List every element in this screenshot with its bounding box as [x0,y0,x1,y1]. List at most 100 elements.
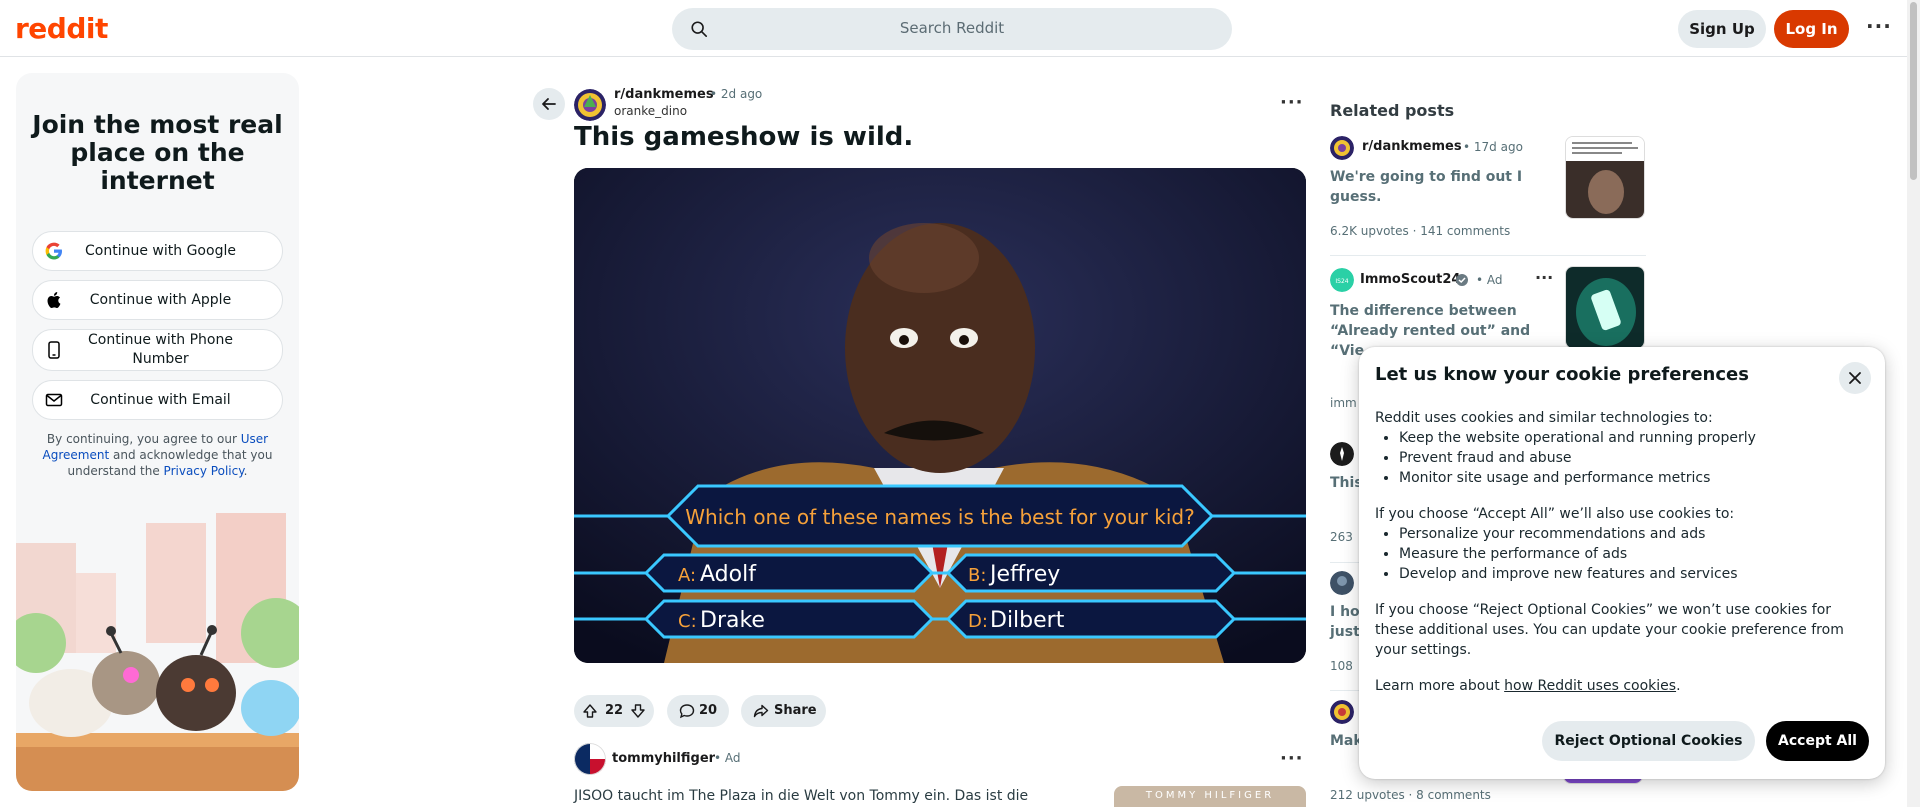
related-post-stats-5: 212 upvotes · 8 comments [1330,788,1491,802]
related-post-stats: 6.2K upvotes · 141 comments [1330,224,1511,238]
verified-icon [1456,274,1468,286]
vote-count: 22 [605,703,624,718]
related-posts-heading: Related posts [1330,101,1455,120]
continue-with-phone-button[interactable]: Continue with Phone Number [32,329,283,371]
answer-c-text: Drake [700,608,765,633]
answer-b-text: Jeffrey [988,562,1060,587]
close-dialog-button[interactable] [1839,362,1871,394]
cookie-dialog-title: Let us know your cookie preferences [1375,364,1749,385]
post-more-icon[interactable]: ··· [1280,92,1304,113]
post-subreddit-link[interactable]: r/dankmemes [614,87,714,102]
answer-b-letter: B: [968,565,986,586]
share-icon [753,704,769,718]
downvote-icon[interactable] [630,703,646,719]
continue-with-google-button[interactable]: Continue with Google [32,231,283,271]
ad-text: JISOO taucht im The Plaza in die Welt vo… [574,788,1029,804]
phone-icon [48,341,60,359]
comment-icon [679,704,695,719]
ad-more-icon[interactable]: ··· [1280,748,1304,769]
immoscout-avatar[interactable]: IS24 [1330,268,1354,292]
related-subreddit-avatar[interactable] [1330,136,1354,160]
related-avatar-5[interactable] [1330,700,1354,724]
post-time: • 2d ago [710,87,763,101]
learn-more-prefix: Learn more about [1375,678,1500,694]
share-label: Share [774,703,817,718]
related-divider [1330,255,1646,256]
ad-image-brand-text: TOMMY HILFIGER [1145,790,1275,801]
related-ad-stats: imm [1330,396,1357,410]
cookie-optional-list: Personalize your recommendations and ads… [1399,524,1871,584]
apple-button-label: Continue with Apple [89,292,232,308]
search-input[interactable]: Search Reddit [672,8,1232,50]
phone-button-label: Continue with Phone Number [88,332,233,367]
legal-text: By continuing, you agree to our User Agr… [40,431,275,479]
related-post-title[interactable]: We're going to find out I guess. [1330,167,1535,207]
scrollbar-thumb[interactable] [1910,2,1917,180]
how-reddit-uses-cookies-link[interactable]: how Reddit uses cookies [1504,678,1676,694]
advertiser-name-link[interactable]: tommyhilfiger [612,751,715,766]
cookie-optional-item: Develop and improve new features and ser… [1399,564,1871,584]
answer-c-letter: C: [678,611,697,632]
apple-icon [47,292,61,308]
cookie-essential-item: Keep the website operational and running… [1399,428,1871,448]
mail-icon [45,393,63,407]
arrow-left-icon [542,98,556,110]
cookie-optional-item: Measure the performance of ads [1399,544,1871,564]
svg-text:IS24: IS24 [1335,278,1348,285]
related-avatar-3[interactable] [1330,442,1354,466]
post-title: This gameshow is wild. [574,122,914,152]
ad-label: • Ad [714,751,741,765]
continue-with-email-button[interactable]: Continue with Email [32,380,283,420]
cookie-accept-intro: If you choose “Accept All” we’ll also us… [1375,506,1735,522]
close-icon [1849,372,1861,384]
continue-with-apple-button[interactable]: Continue with Apple [32,280,283,320]
google-button-label: Continue with Google [85,243,236,259]
related-ad-thumbnail[interactable] [1565,266,1645,349]
privacy-policy-link[interactable]: Privacy Policy [164,464,244,478]
comments-button[interactable]: 20 [667,695,729,727]
post-media-image[interactable]: Which one of these names is the best for… [574,168,1306,663]
reject-optional-cookies-button[interactable]: Reject Optional Cookies [1542,721,1755,761]
cookie-reject-text: If you choose “Reject Optional Cookies” … [1375,602,1844,658]
login-panel: Join the most real place on the internet… [16,73,299,791]
answer-d-letter: D: [968,611,988,632]
login-panel-title: Join the most real place on the internet [32,110,283,195]
cookie-essential-item: Prevent fraud and abuse [1399,448,1871,468]
answer-a-letter: A: [678,565,696,586]
related-subreddit-link[interactable]: r/dankmemes [1362,139,1462,154]
snoo-mascot-illustration [16,503,299,791]
upvote-icon[interactable] [582,703,598,719]
ad-image[interactable]: TOMMY HILFIGER [1114,786,1306,807]
related-avatar-4[interactable] [1330,571,1354,595]
back-button[interactable] [533,88,565,120]
related-post-thumbnail[interactable] [1565,136,1645,219]
more-options-icon[interactable]: ··· [1866,14,1892,38]
google-icon [45,242,62,260]
page-scrollbar[interactable] [1907,0,1920,807]
legal-prefix: By continuing, you agree to our [46,432,237,446]
reddit-logo[interactable]: reddit [15,12,108,45]
comment-count: 20 [699,703,718,718]
related-post-stats-3: 263 [1330,530,1353,544]
advertiser-avatar[interactable] [574,743,606,775]
immoscout-name-link[interactable]: ImmoScout24 [1360,272,1460,287]
cookie-essential-list: Keep the website operational and running… [1399,428,1871,488]
email-button-label: Continue with Email [90,392,231,408]
accept-all-cookies-button[interactable]: Accept All [1766,721,1869,761]
cookie-optional-item: Personalize your recommendations and ads [1399,524,1871,544]
post-author-link[interactable]: oranke_dino [614,104,687,118]
sign-up-button[interactable]: Sign Up [1678,10,1766,48]
log-in-button[interactable]: Log In [1774,10,1849,48]
quiz-question: Which one of these names is the best for… [685,505,1194,529]
share-button[interactable]: Share [741,695,826,727]
related-ad-label: • Ad [1476,273,1503,287]
subreddit-avatar[interactable] [574,89,606,121]
learn-more-suffix: . [1676,678,1681,694]
cookie-essential-item: Monitor site usage and performance metri… [1399,468,1871,488]
top-header: reddit Search Reddit Sign Up Log In ··· [0,0,1907,57]
search-placeholder: Search Reddit [899,19,1005,37]
related-ad-more-icon[interactable]: ··· [1535,268,1553,287]
related-post-stats-4: 108 [1330,659,1353,673]
cookie-preferences-dialog: Let us know your cookie preferences Redd… [1359,347,1885,779]
cookie-dialog-body: Reddit uses cookies and similar technolo… [1375,408,1871,696]
